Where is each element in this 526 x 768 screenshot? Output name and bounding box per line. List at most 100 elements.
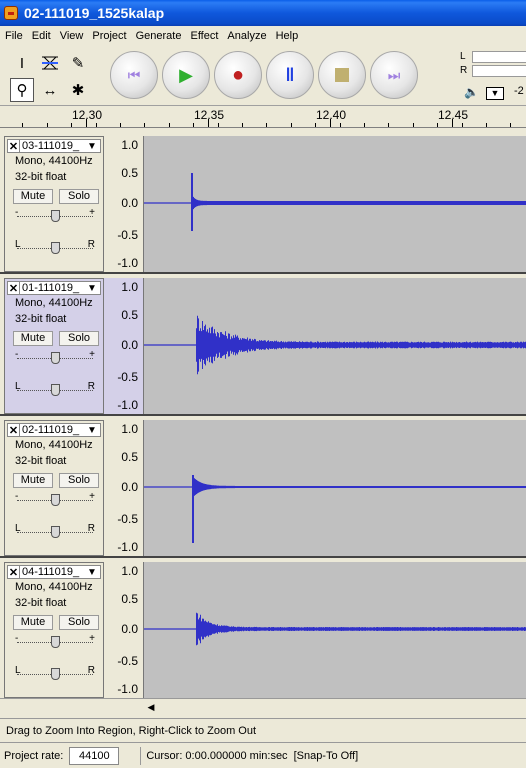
selection-bar: Project rate: 44100 Cursor: 0:00.000000 …: [0, 742, 526, 768]
track-control-panel[interactable]: ✕ 02-111019_ ▼ Mono, 44100Hz 32-bit floa…: [4, 420, 104, 556]
track-name-dropdown[interactable]: ✕ 01-111019_ ▼: [7, 281, 101, 295]
meter-left-label: L: [460, 51, 466, 62]
audio-track[interactable]: ✕ 01-111019_ ▼ Mono, 44100Hz 32-bit floa…: [0, 278, 526, 416]
timeline-ruler[interactable]: 12.30 12.35 12.40 12.45: [0, 106, 526, 128]
gain-slider-thumb[interactable]: [51, 494, 60, 506]
menu-analyze[interactable]: Analyze: [223, 30, 270, 42]
toolbar: I ✎ ⚲ ↔ ✱ ⏮ ▶ ● ‖ ⏭ L R 🔈 ▼ -2: [0, 46, 526, 106]
multi-tool-asterisk-icon[interactable]: ✱: [66, 78, 90, 102]
track-format: Mono, 44100Hz: [15, 297, 93, 309]
gain-slider[interactable]: - +: [15, 349, 95, 365]
meter-value: -2: [514, 85, 524, 97]
play-icon[interactable]: ▶: [162, 51, 210, 99]
ruler-tick: [96, 123, 97, 127]
menu-file[interactable]: File: [1, 30, 27, 42]
meter-dropdown-icon[interactable]: ▼: [486, 87, 504, 100]
ruler-major-tick: [208, 119, 209, 127]
menu-view[interactable]: View: [56, 30, 88, 42]
gain-slider[interactable]: - +: [15, 491, 95, 507]
gain-slider-thumb[interactable]: [51, 352, 60, 364]
zoom-magnifier-icon[interactable]: ⚲: [10, 78, 34, 102]
solo-button[interactable]: Solo: [59, 331, 99, 346]
audio-track[interactable]: ✕ 02-111019_ ▼ Mono, 44100Hz 32-bit floa…: [0, 420, 526, 558]
ruler-tick: [47, 123, 48, 127]
menu-edit[interactable]: Edit: [28, 30, 55, 42]
menu-project[interactable]: Project: [88, 30, 130, 42]
scale-label: 0.5: [121, 308, 138, 322]
gain-slider-thumb[interactable]: [51, 636, 60, 648]
pan-slider-thumb[interactable]: [51, 242, 60, 254]
track-menu-arrow-icon[interactable]: ▼: [84, 425, 100, 436]
scale-label: 0.0: [121, 338, 138, 352]
pan-slider[interactable]: L R: [15, 523, 95, 539]
pan-slider-thumb[interactable]: [51, 668, 60, 680]
scale-label: -0.5: [117, 228, 138, 242]
vertical-scale: 1.0 0.5 0.0 -0.5 -1.0: [104, 278, 144, 414]
waveform-area[interactable]: [144, 278, 526, 414]
selection-tool-icon[interactable]: I: [10, 51, 34, 75]
envelope-tool-icon[interactable]: [38, 51, 62, 75]
pencil-icon[interactable]: ✎: [66, 51, 90, 75]
scale-label: -0.5: [117, 654, 138, 668]
track-name-dropdown[interactable]: ✕ 03-111019_ ▼: [7, 139, 101, 153]
scroll-left-arrow-icon[interactable]: ◀: [144, 701, 158, 714]
mute-button[interactable]: Mute: [13, 615, 53, 630]
track-name-dropdown[interactable]: ✕ 04-111019_ ▼: [7, 565, 101, 579]
gain-slider-thumb[interactable]: [51, 210, 60, 222]
close-track-icon[interactable]: ✕: [8, 423, 20, 437]
track-name-dropdown[interactable]: ✕ 02-111019_ ▼: [7, 423, 101, 437]
track-control-panel[interactable]: ✕ 03-111019_ ▼ Mono, 44100Hz 32-bit floa…: [4, 136, 104, 272]
waveform-area[interactable]: [144, 562, 526, 698]
menu-effect[interactable]: Effect: [186, 30, 222, 42]
timeshift-arrows-icon[interactable]: ↔: [38, 78, 62, 102]
record-icon[interactable]: ●: [214, 51, 262, 99]
solo-button[interactable]: Solo: [59, 615, 99, 630]
close-track-icon[interactable]: ✕: [8, 139, 20, 153]
scale-label: 1.0: [121, 280, 138, 294]
audio-track[interactable]: ✕ 03-111019_ ▼ Mono, 44100Hz 32-bit floa…: [0, 136, 526, 274]
track-name: 04-111019_: [22, 566, 80, 578]
gain-slider[interactable]: - +: [15, 207, 95, 223]
waveform-area[interactable]: [144, 136, 526, 272]
project-rate-field[interactable]: 44100: [69, 746, 120, 765]
speaker-icon[interactable]: 🔈: [464, 85, 479, 99]
window-title: 02-111019_1525kalap: [24, 5, 165, 21]
track-sample-format: 32-bit float: [15, 171, 67, 183]
ruler-label: 12.40: [316, 108, 347, 122]
track-control-panel[interactable]: ✕ 04-111019_ ▼ Mono, 44100Hz 32-bit floa…: [4, 562, 104, 698]
pan-slider[interactable]: L R: [15, 239, 95, 255]
ruler-major-tick: [330, 119, 331, 127]
mute-button[interactable]: Mute: [13, 189, 53, 204]
pan-slider-thumb[interactable]: [51, 384, 60, 396]
horizontal-scrollbar[interactable]: ◀: [0, 698, 526, 716]
gain-slider[interactable]: - +: [15, 633, 95, 649]
pause-icon[interactable]: ‖: [266, 51, 314, 99]
menu-generate[interactable]: Generate: [132, 30, 186, 42]
skip-to-end-icon[interactable]: ⏭: [370, 51, 418, 99]
mute-button[interactable]: Mute: [13, 331, 53, 346]
solo-button[interactable]: Solo: [59, 189, 99, 204]
ruler-tick: [120, 123, 121, 127]
track-menu-arrow-icon[interactable]: ▼: [84, 141, 100, 152]
track-menu-arrow-icon[interactable]: ▼: [84, 283, 100, 294]
pan-slider[interactable]: L R: [15, 381, 95, 397]
stop-icon[interactable]: [318, 51, 366, 99]
waveform: [144, 612, 526, 646]
ruler-tick: [266, 123, 267, 127]
mute-button[interactable]: Mute: [13, 473, 53, 488]
waveform-area[interactable]: [144, 420, 526, 556]
track-format: Mono, 44100Hz: [15, 155, 93, 167]
solo-button[interactable]: Solo: [59, 473, 99, 488]
pan-slider[interactable]: L R: [15, 665, 95, 681]
menu-help[interactable]: Help: [272, 30, 303, 42]
track-menu-arrow-icon[interactable]: ▼: [84, 567, 100, 578]
meter-right-label: R: [460, 65, 468, 76]
pan-slider-thumb[interactable]: [51, 526, 60, 538]
ruler-tick: [169, 123, 170, 127]
tools-toolbar: I ✎ ⚲ ↔ ✱: [8, 49, 96, 103]
skip-to-start-icon[interactable]: ⏮: [110, 51, 158, 99]
audio-track[interactable]: ✕ 04-111019_ ▼ Mono, 44100Hz 32-bit floa…: [0, 562, 526, 700]
close-track-icon[interactable]: ✕: [8, 565, 20, 579]
close-track-icon[interactable]: ✕: [8, 281, 20, 295]
track-control-panel[interactable]: ✕ 01-111019_ ▼ Mono, 44100Hz 32-bit floa…: [4, 278, 104, 414]
